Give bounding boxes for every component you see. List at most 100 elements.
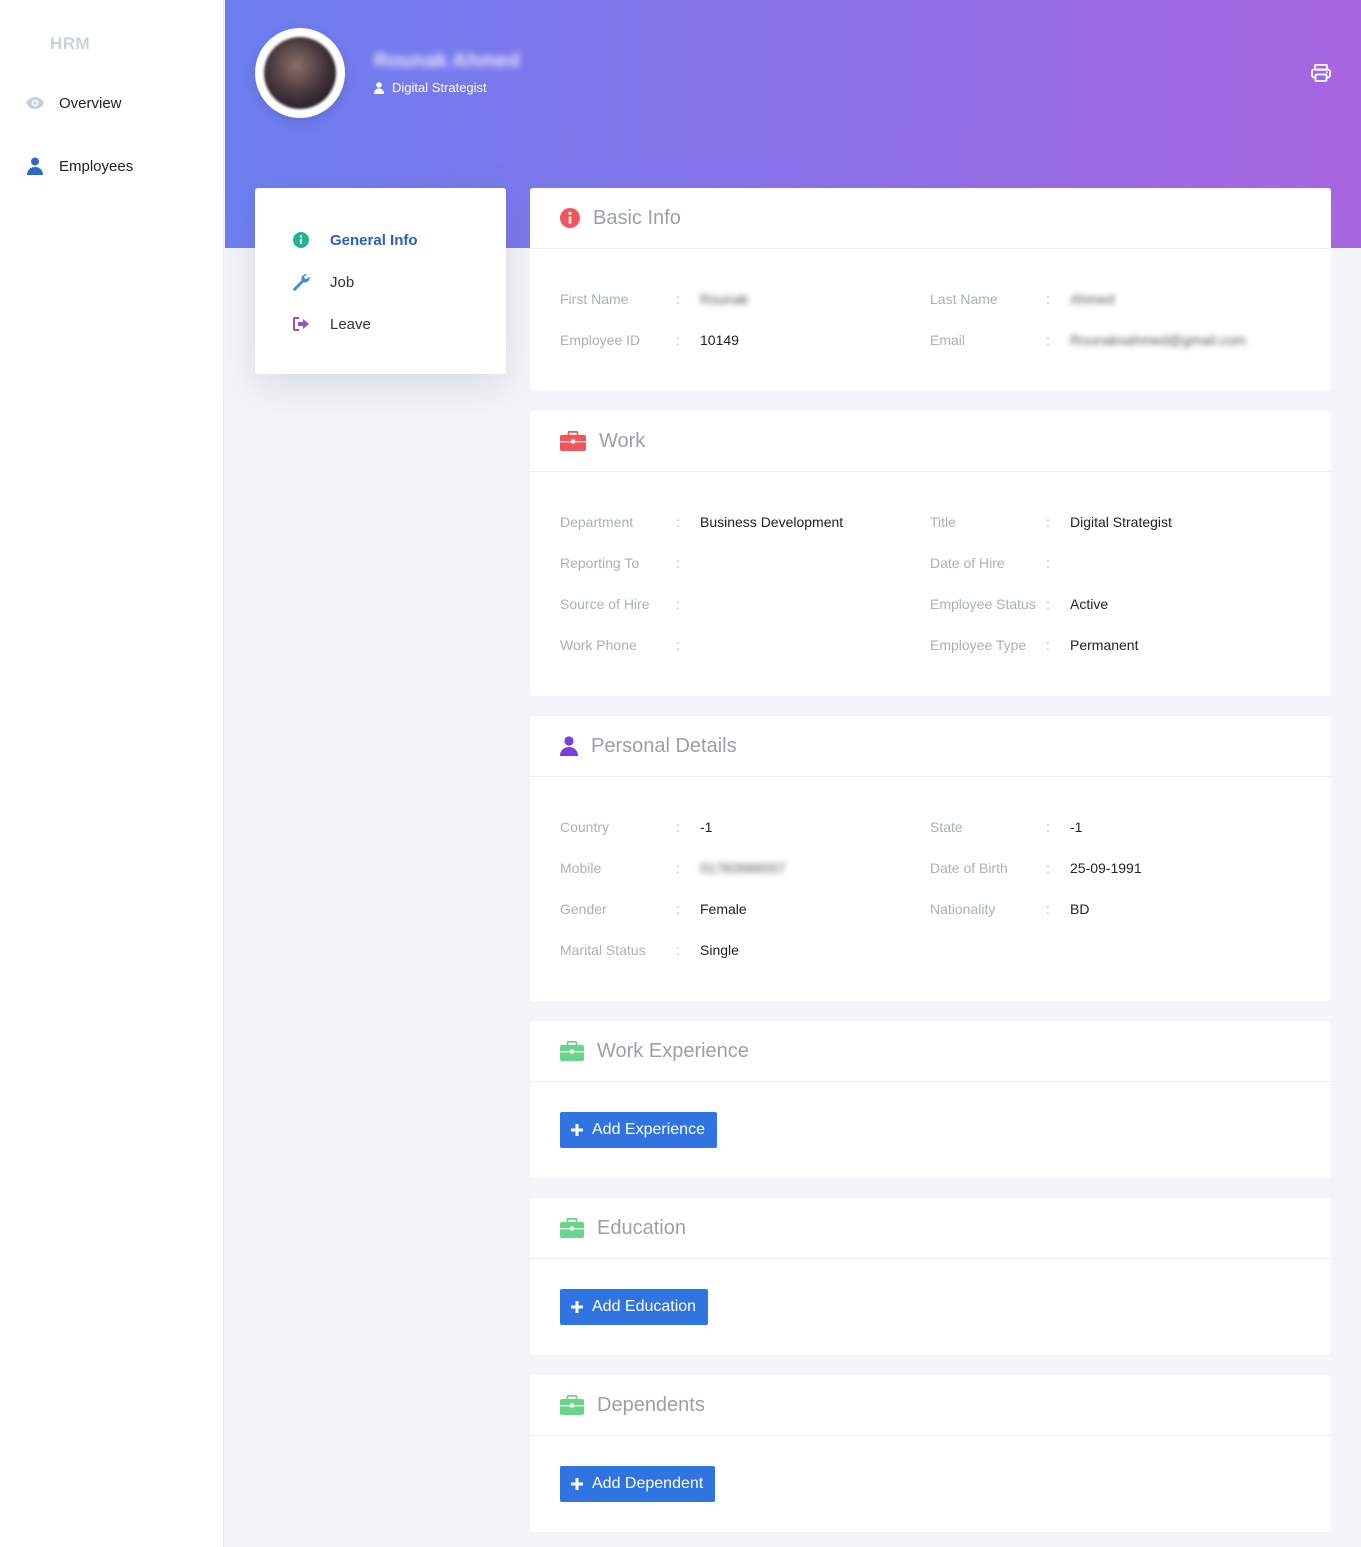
field-colon: : [676, 291, 680, 307]
field-label: State [930, 819, 963, 835]
field-label: Title [930, 514, 956, 530]
field-colon: : [1046, 901, 1050, 917]
plus-icon [571, 1478, 583, 1490]
briefcase-icon [560, 1218, 584, 1238]
button-label: Add Dependent [592, 1475, 704, 1492]
field-employee-status: Employee Status: Active [930, 596, 1108, 612]
field-value: Female [700, 901, 747, 917]
field-mobile: Mobile: 01782666557 [560, 860, 786, 876]
field-value: Business Development [700, 514, 844, 530]
basic-info-panel: Basic Info [530, 188, 1331, 391]
sidebar: HRM Overview Employees [0, 0, 224, 1547]
wrench-icon [291, 273, 311, 291]
tab-label: Leave [330, 315, 371, 333]
field-colon: : [676, 514, 680, 530]
sidebar-item-label: Employees [59, 157, 134, 175]
field-colon: : [676, 860, 680, 876]
field-value: 01782666557 [700, 860, 786, 876]
sign-out-icon [291, 317, 311, 331]
dependents-panel: Dependents Add Dependent [530, 1375, 1331, 1532]
brand-logo[interactable]: HRM [50, 34, 90, 54]
field-value: Rounak [700, 291, 749, 307]
field-country: Country: -1 [560, 819, 712, 835]
field-employee-id: Employee ID: 10149 [560, 332, 739, 348]
field-colon: : [1046, 332, 1050, 348]
add-education-button[interactable]: Add Education [560, 1289, 709, 1325]
panel-title: Education [597, 1216, 686, 1239]
user-icon [560, 736, 578, 756]
field-value: Digital Strategist [1070, 514, 1172, 530]
print-icon[interactable] [1311, 63, 1333, 84]
field-source-of-hire: Source of Hire: [560, 596, 700, 612]
field-value: -1 [1070, 819, 1083, 835]
sidebar-item-employees[interactable]: Employees [24, 154, 133, 178]
field-label: Email [930, 332, 966, 348]
field-label: Last Name [930, 291, 998, 307]
info-circle-icon [560, 208, 580, 228]
field-colon: : [1046, 596, 1050, 612]
field-value: -1 [700, 819, 713, 835]
field-value: Active [1070, 596, 1109, 612]
field-colon: : [676, 942, 680, 958]
field-last-name: Last Name: Ahmed [930, 291, 1114, 307]
button-label: Add Experience [592, 1121, 705, 1138]
panel-title: Basic Info [593, 206, 681, 229]
tab-leave[interactable]: Leave [291, 312, 371, 336]
field-label: Employee ID [560, 332, 641, 348]
panel-header: Dependents [530, 1375, 1331, 1436]
field-colon: : [676, 901, 680, 917]
panel-title: Work Experience [597, 1039, 749, 1062]
field-label: Source of Hire [560, 596, 650, 612]
field-value: Ahmed [1070, 291, 1115, 307]
employee-role-text: Digital Strategist [392, 80, 487, 95]
briefcase-icon [560, 1041, 584, 1061]
user-icon [24, 156, 46, 176]
add-experience-button[interactable]: Add Experience [560, 1112, 717, 1148]
field-label: Reporting To [560, 555, 640, 571]
panel-header: Work Experience [530, 1021, 1331, 1082]
field-colon: : [1046, 819, 1050, 835]
field-value: Single [700, 942, 739, 958]
panel-header: Personal Details [530, 716, 1331, 777]
field-title: Title: Digital Strategist [930, 514, 1172, 530]
sidebar-item-overview[interactable]: Overview [24, 91, 122, 115]
tab-general-info[interactable]: General Info [291, 228, 418, 252]
education-panel: Education Add Education [530, 1198, 1331, 1355]
field-colon: : [1046, 291, 1050, 307]
field-department: Department: Business Development [560, 514, 843, 530]
field-marital-status: Marital Status: Single [560, 942, 739, 958]
panel-header: Work [530, 411, 1331, 472]
field-label: Employee Type [930, 637, 1027, 653]
field-label: Gender [560, 901, 607, 917]
user-icon [374, 81, 384, 94]
field-value: Rounaksahmed@gmail.com [1070, 332, 1247, 348]
panel-title: Personal Details [591, 734, 737, 757]
tab-label: Job [330, 273, 355, 291]
field-label: Date of Birth [930, 860, 1008, 876]
info-circle-icon [291, 232, 311, 248]
field-state: State: -1 [930, 819, 1082, 835]
briefcase-icon [560, 431, 586, 451]
tab-job[interactable]: Job [291, 270, 354, 294]
add-dependent-button[interactable]: Add Dependent [560, 1466, 716, 1502]
personal-details-panel: Personal Details [530, 716, 1331, 1001]
field-nationality: Nationality: BD [930, 901, 1089, 917]
field-label: Department [560, 514, 634, 530]
work-panel: Work [530, 411, 1331, 696]
field-gender: Gender: Female [560, 901, 747, 917]
field-value: 25-09-1991 [1070, 860, 1142, 876]
avatar [264, 37, 336, 109]
field-employee-type: Employee Type: Permanent [930, 637, 1138, 653]
field-label: Country [560, 819, 610, 835]
field-colon: : [676, 637, 680, 653]
tab-label: General Info [330, 231, 418, 249]
field-label: Date of Hire [930, 555, 1005, 571]
field-label: Nationality [930, 901, 996, 917]
field-label: First Name [560, 291, 629, 307]
field-value: BD [1070, 901, 1090, 917]
field-label: Employee Status [930, 596, 1036, 612]
plus-icon [571, 1124, 583, 1136]
field-colon: : [676, 596, 680, 612]
field-date-of-hire: Date of Hire: [930, 555, 1070, 571]
panel-title: Dependents [597, 1393, 705, 1416]
